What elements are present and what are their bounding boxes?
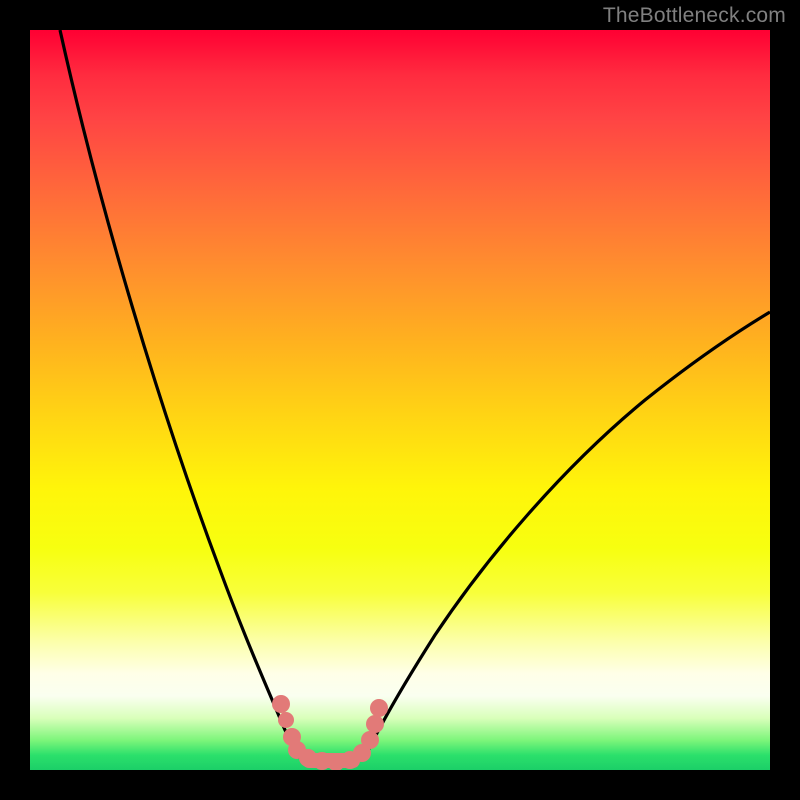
outer-black-frame: TheBottleneck.com [0,0,800,800]
watermark-text: TheBottleneck.com [603,4,786,28]
optimal-range-markers [272,695,388,770]
curve-left-branch [60,30,300,758]
curve-overlay [30,30,770,770]
curve-right-branch [367,312,770,753]
plot-area [30,30,770,770]
